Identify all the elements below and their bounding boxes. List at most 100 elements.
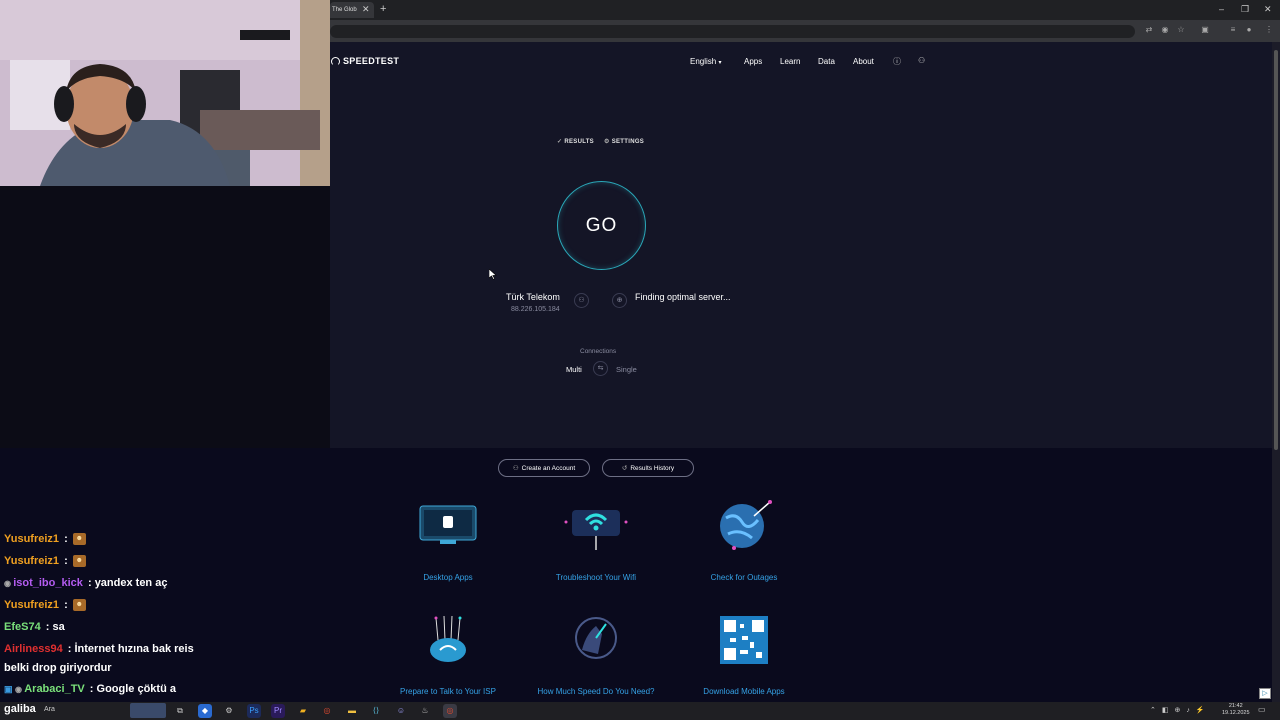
photoshop-icon[interactable]: Ps <box>247 704 261 718</box>
clock-date: 19.12.2025 <box>1222 710 1250 716</box>
chat-username: Yusufreiz1 <box>4 555 60 567</box>
streamer-webcam-image <box>0 0 330 186</box>
restore-window-button[interactable]: ❐ <box>1241 4 1249 15</box>
minimize-window-button[interactable]: – <box>1219 4 1224 14</box>
address-field[interactable] <box>330 25 1135 38</box>
app-icon-orange[interactable]: ▰ <box>296 704 310 718</box>
history-icon: ↺ <box>621 465 628 472</box>
chat-message-continuation: galiba <box>4 703 36 715</box>
emote-icon: ☻ <box>72 533 86 546</box>
check-circle-icon: ✓ <box>557 139 563 145</box>
media-icon[interactable]: ≡ <box>1228 25 1238 35</box>
desktop-monitor-icon <box>419 505 477 544</box>
go-button[interactable]: GO <box>557 181 646 270</box>
mouse-cursor-icon <box>489 269 497 280</box>
chat-message: ▣ ◉ Arabaci_TV : Google çöktü a <box>4 683 176 695</box>
server-status[interactable]: Finding optimal server... <box>635 292 731 302</box>
ad-choices-icon[interactable]: ▷ <box>1259 688 1271 699</box>
menu-kebab-icon[interactable]: ⋮ <box>1264 25 1274 35</box>
nav-apps[interactable]: Apps <box>744 57 762 66</box>
wifi-router-icon <box>564 510 628 550</box>
results-history-button[interactable]: ↺ Results History <box>602 459 694 477</box>
nav-language[interactable]: English ▾ <box>690 57 722 66</box>
user-profile-icon[interactable]: ⚇ <box>574 293 589 308</box>
search-highlight-image[interactable] <box>130 703 166 718</box>
notification-icon[interactable]: ▭ <box>1258 705 1266 714</box>
speed-needed-link[interactable]: How Much Speed Do You Need? <box>526 687 666 696</box>
chat-separator: : <box>61 533 71 545</box>
gear-icon: ⚙ <box>604 139 610 145</box>
system-tray-icons[interactable]: ⌃◧⊕♪⚡ <box>1150 706 1211 714</box>
check-outages-link[interactable]: Check for Outages <box>674 573 814 582</box>
translate-icon[interactable]: ⇄ <box>1144 25 1154 35</box>
user-account-icon[interactable]: ⚇ <box>918 56 925 65</box>
chat-text: belki drop giriyordur <box>4 662 112 674</box>
emote-icon: ☻ <box>72 599 86 612</box>
chat-message: Yusufreiz1 : ☻ <box>4 533 86 546</box>
prepare-isp-link[interactable]: Prepare to Talk to Your ISP <box>378 687 518 696</box>
speedtest-logo[interactable]: SPEEDTEST <box>331 56 399 66</box>
chat-username: Airliness94 <box>4 643 63 655</box>
chat-message-continuation: belki drop giriyordur <box>4 662 112 674</box>
desktop-apps-link[interactable]: Desktop Apps <box>378 573 518 582</box>
results-label: RESULTS <box>564 139 594 145</box>
steam-icon[interactable]: ♨ <box>418 704 432 718</box>
chat-username: Arabaci_TV <box>24 683 85 695</box>
copilot-icon[interactable]: ◆ <box>198 704 212 718</box>
emote-icon: ☻ <box>72 555 86 568</box>
taskbar-search-label[interactable]: Ara <box>44 706 55 713</box>
chat-separator: : <box>86 683 97 695</box>
chat-separator: : <box>61 599 71 611</box>
chevron-down-icon: ▾ <box>718 60 722 66</box>
extensions-icon[interactable]: ▣ <box>1200 25 1210 35</box>
close-tab-icon[interactable]: ✕ <box>362 5 370 14</box>
vscode-icon[interactable]: ⟨⟩ <box>369 704 383 718</box>
tracking-icon[interactable]: ◉ <box>1160 25 1170 35</box>
chat-text: galiba <box>4 703 36 715</box>
new-tab-button[interactable]: + <box>380 3 386 15</box>
chat-message: ◉ isot_ibo_kick : yandex ten aç <box>4 577 167 589</box>
file-explorer-icon[interactable]: ▬ <box>345 704 359 718</box>
scrollbar-thumb[interactable] <box>1274 50 1278 450</box>
results-link[interactable]: ✓ RESULTS <box>557 138 594 145</box>
mobile-apps-link[interactable]: Download Mobile Apps <box>674 687 814 696</box>
language-label: English <box>690 57 717 66</box>
chat-text: Google çöktü a <box>96 683 176 695</box>
globe-icon[interactable]: ⊕ <box>612 293 627 308</box>
discord-icon[interactable]: ☺ <box>394 704 408 718</box>
troubleshoot-wifi-link[interactable]: Troubleshoot Your Wifi <box>526 573 666 582</box>
settings-label: SETTINGS <box>611 139 645 145</box>
chat-username: isot_ibo_kick <box>13 577 83 589</box>
taskbar-clock[interactable]: 21:42 19.12.2025 <box>1222 703 1250 717</box>
nav-about[interactable]: About <box>853 57 874 66</box>
settings-link[interactable]: ⚙ SETTINGS <box>604 138 644 145</box>
nav-learn[interactable]: Learn <box>780 57 800 66</box>
connections-single-option[interactable]: Single <box>616 365 637 374</box>
bookmark-star-icon[interactable]: ☆ <box>1176 25 1186 35</box>
nav-data[interactable]: Data <box>818 57 835 66</box>
webcam-overlay <box>0 0 330 186</box>
logo-text: SPEEDTEST <box>343 56 400 66</box>
help-icon[interactable]: ⓘ <box>893 56 901 67</box>
speedtest-main-panel <box>330 42 1272 448</box>
tab-title: The Glob <box>332 7 357 13</box>
badge-icon: ◉ <box>15 685 25 694</box>
chat-message: Yusufreiz1 : ☻ <box>4 555 86 568</box>
chrome-icon[interactable]: ◎ <box>320 704 334 718</box>
badge-icon: ▣ <box>4 684 16 694</box>
close-window-button[interactable]: ✕ <box>1264 4 1272 15</box>
chrome-active-icon[interactable]: ◎ <box>443 704 457 718</box>
connections-multi-option[interactable]: Multi <box>566 365 582 374</box>
connections-toggle-icon[interactable]: ⇆ <box>593 361 608 376</box>
chat-username: Yusufreiz1 <box>4 533 60 545</box>
badge-icon: ◉ <box>4 579 14 588</box>
speed-hand-icon <box>575 617 617 659</box>
premiere-icon[interactable]: Pr <box>271 704 285 718</box>
task-view-icon[interactable]: ⧉ <box>173 704 187 718</box>
app-icon[interactable]: ⚙ <box>222 704 236 718</box>
profile-icon[interactable]: ● <box>1244 25 1254 35</box>
clock-time: 21:42 <box>1228 703 1243 709</box>
speedometer-icon <box>331 56 340 66</box>
create-account-button[interactable]: ⚇ Create an Account <box>498 459 590 477</box>
chat-text: sa <box>52 621 65 633</box>
